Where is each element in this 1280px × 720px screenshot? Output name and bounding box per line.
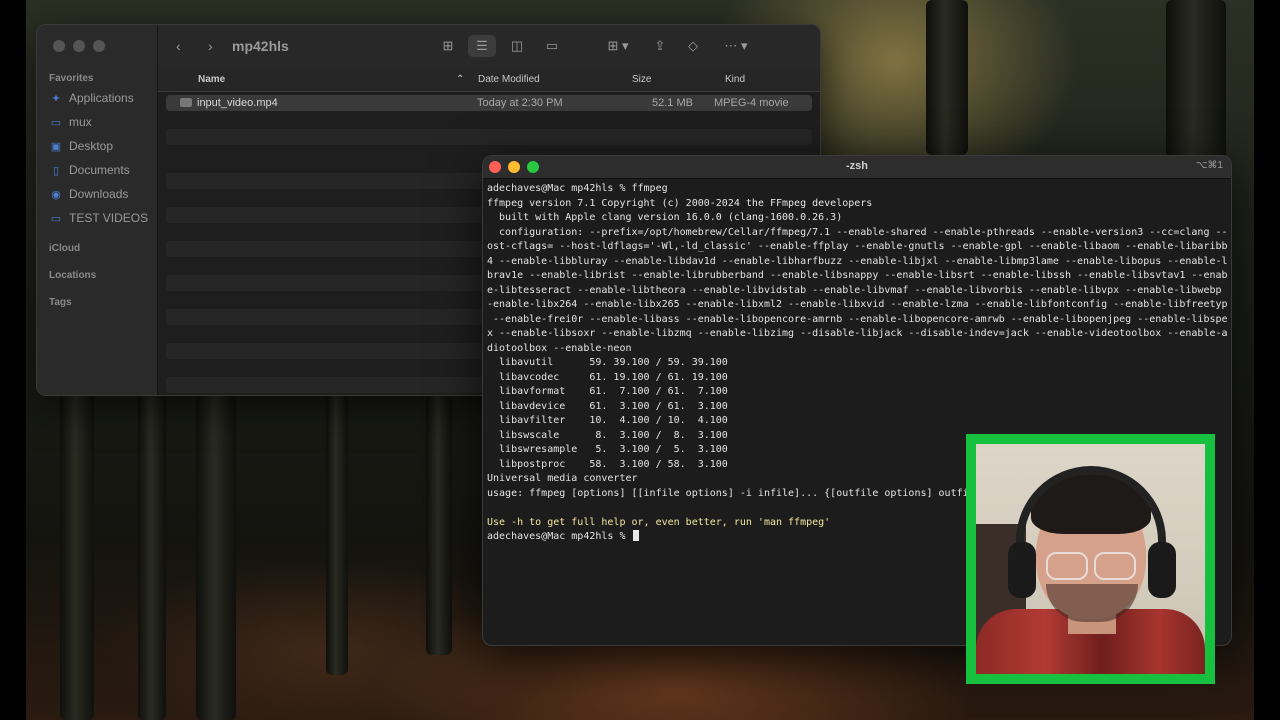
finder-sidebar: Favorites ✦ Applications ▭ mux ▣ Desktop… xyxy=(37,25,158,395)
text-cursor xyxy=(632,530,639,541)
terminal-line: libavformat 61. 7.100 / 61. 7.100 xyxy=(487,386,728,397)
date-modified-column-header[interactable]: Date Modified xyxy=(478,74,540,85)
letterbox-left xyxy=(0,0,26,720)
terminal-line: x --enable-libsoxr --enable-libzmq --ena… xyxy=(487,328,1227,339)
minimize-button[interactable] xyxy=(73,40,85,52)
terminal-line: libavdevice 61. 3.100 / 61. 3.100 xyxy=(487,400,728,412)
terminal-line: -enable-libx264 --enable-libx265 --enabl… xyxy=(487,299,1227,310)
sidebar-item-downloads[interactable]: ◉ Downloads xyxy=(49,187,128,201)
sidebar-item-label: Downloads xyxy=(69,187,129,201)
finder-window-controls[interactable] xyxy=(53,40,105,52)
document-icon: ▯ xyxy=(52,164,60,177)
glasses-right-lens xyxy=(1094,552,1136,580)
file-kind: MPEG-4 movie xyxy=(714,97,789,109)
list-view-icon[interactable]: ☰ xyxy=(468,35,496,57)
sidebar-item-documents[interactable]: ▯ Documents xyxy=(49,163,130,177)
action-icon[interactable]: ⋯ ▾ xyxy=(716,35,756,57)
headphones xyxy=(1016,466,1166,586)
group-icon[interactable]: ⊞ ▾ xyxy=(598,35,638,57)
sidebar-item-label: Documents xyxy=(69,163,130,177)
close-button[interactable] xyxy=(53,40,65,52)
finder-toolbar: ‹ › mp42hls ⊞ ☰ ◫ ▭ ⊞ ▾ ⇪ ◇ ⋯ ▾ ⌕ xyxy=(158,25,820,70)
share-icon[interactable]: ⇪ xyxy=(646,35,674,57)
sidebar-item-label: Applications xyxy=(69,91,134,105)
column-header: Name ⌃ Date Modified Size Kind xyxy=(158,69,820,92)
terminal-line: diotoolbox --enable-neon xyxy=(487,342,632,354)
terminal-line: e-libtesseract --enable-libtheora --enab… xyxy=(487,284,1227,296)
size-column-header[interactable]: Size xyxy=(632,74,651,85)
window-shortcut: ⌥⌘1 xyxy=(1195,160,1223,171)
shell-prompt: adechaves@Mac mp42hls % xyxy=(487,531,632,542)
sidebar-item-desktop[interactable]: ▣ Desktop xyxy=(49,139,113,153)
terminal-line: libavfilter 10. 4.100 / 10. 4.100 xyxy=(487,415,728,426)
terminal-line: brav1e --enable-librist --enable-librubb… xyxy=(487,270,1227,281)
terminal-line: 4 --enable-libbluray --enable-libdav1d -… xyxy=(487,255,1227,267)
sidebar-item-mux[interactable]: ▭ mux xyxy=(49,115,92,129)
sidebar-item-applications[interactable]: ✦ Applications xyxy=(49,91,134,105)
sidebar-item-test-videos[interactable]: ▭ TEST VIDEOS xyxy=(49,211,148,225)
terminal-title: -zsh xyxy=(846,160,868,172)
search-icon[interactable]: ⌕ xyxy=(818,35,820,57)
webcam-feed xyxy=(976,444,1205,674)
gallery-view-icon[interactable]: ▭ xyxy=(538,35,566,57)
kind-column-header[interactable]: Kind xyxy=(725,74,745,85)
favorites-heading: Favorites xyxy=(49,73,94,84)
terminal-line: --enable-frei0r --enable-libass --enable… xyxy=(487,313,1227,325)
tree-trunk xyxy=(60,380,94,720)
terminal-line: configuration: --prefix=/opt/homebrew/Ce… xyxy=(487,226,1227,238)
tree-trunk xyxy=(326,395,348,675)
terminal-line: libavcodec 61. 19.100 / 61. 19.100 xyxy=(487,371,728,383)
applications-icon: ✦ xyxy=(51,92,61,105)
terminal-line: built with Apple clang version 16.0.0 (c… xyxy=(487,212,843,223)
tag-icon[interactable]: ◇ xyxy=(679,35,707,57)
empty-row xyxy=(166,129,812,145)
headphone-cup-right xyxy=(1148,542,1176,598)
desktop-icon: ▣ xyxy=(50,140,62,153)
webcam-overlay xyxy=(966,434,1215,684)
file-date-modified: Today at 2:30 PM xyxy=(477,97,563,109)
table-row[interactable]: input_video.mp4 Today at 2:30 PM 52.1 MB… xyxy=(166,95,812,111)
sidebar-item-label: Desktop xyxy=(69,139,114,153)
locations-heading[interactable]: Locations xyxy=(49,270,96,281)
terminal-line: adechaves@Mac mp42hls % ffmpeg xyxy=(487,183,668,194)
sidebar-item-label: mux xyxy=(69,115,92,129)
name-column-header[interactable]: Name xyxy=(198,74,225,85)
sort-chevron-icon[interactable]: ⌃ xyxy=(456,74,464,85)
folder-icon: ▭ xyxy=(50,212,62,225)
video-file-icon xyxy=(180,98,192,107)
terminal-titlebar[interactable]: -zsh ⌥⌘1 xyxy=(483,156,1231,179)
tree-trunk xyxy=(426,395,452,655)
terminal-line: ffmpeg version 7.1 Copyright (c) 2000-20… xyxy=(487,197,873,209)
terminal-line: ost-cflags= --host-ldflags='-Wl,-ld_clas… xyxy=(487,241,1227,252)
forward-icon[interactable]: › xyxy=(208,38,213,54)
folder-icon: ▭ xyxy=(50,116,62,129)
tree-trunk xyxy=(196,395,236,720)
downloads-icon: ◉ xyxy=(51,188,61,201)
zoom-button[interactable] xyxy=(93,40,105,52)
tags-heading[interactable]: Tags xyxy=(49,297,72,308)
icloud-heading[interactable]: iCloud xyxy=(49,243,80,254)
terminal-line: libavutil 59. 39.100 / 59. 39.100 xyxy=(487,357,728,368)
glasses-left-lens xyxy=(1046,552,1088,580)
file-size: 52.1 MB xyxy=(652,97,693,109)
icon-view-icon[interactable]: ⊞ xyxy=(434,35,462,57)
letterbox-right xyxy=(1254,0,1280,720)
window-title: mp42hls xyxy=(232,38,289,54)
sidebar-item-label: TEST VIDEOS xyxy=(69,211,149,225)
file-name: input_video.mp4 xyxy=(197,97,278,109)
back-icon[interactable]: ‹ xyxy=(176,38,181,54)
headphone-cup-left xyxy=(1008,542,1036,598)
column-view-icon[interactable]: ◫ xyxy=(503,35,531,57)
tree-trunk xyxy=(926,0,968,155)
tree-trunk xyxy=(138,390,166,720)
